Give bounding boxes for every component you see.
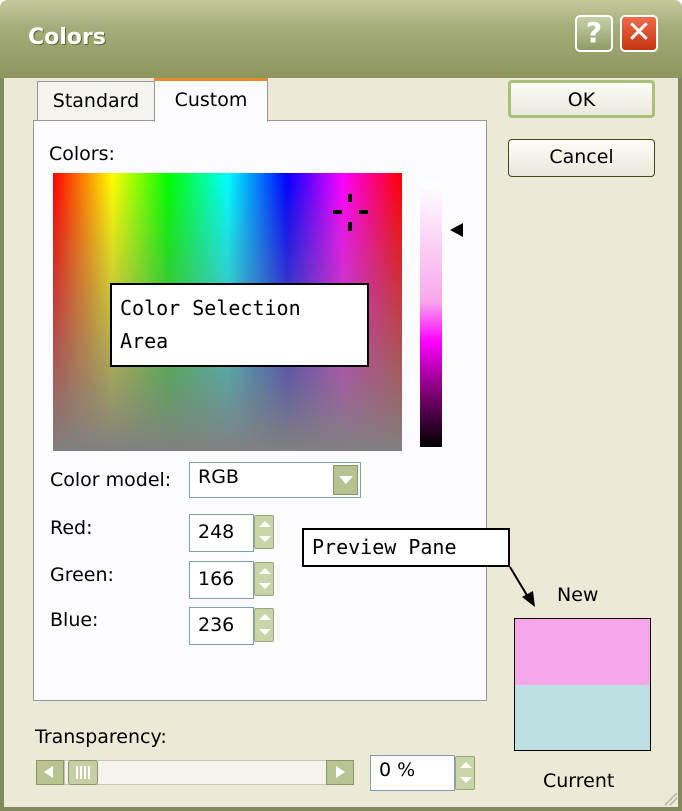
cancel-button[interactable]: Cancel xyxy=(508,139,655,177)
red-label: Red: xyxy=(50,517,93,539)
blue-label: Blue: xyxy=(50,609,99,631)
green-label: Green: xyxy=(50,564,114,586)
color-model-value: RGB xyxy=(198,466,239,488)
tab-custom[interactable]: Custom xyxy=(154,78,268,122)
scroll-left-icon[interactable] xyxy=(36,760,64,785)
tab-standard[interactable]: Standard xyxy=(37,81,155,121)
scroll-right-icon[interactable] xyxy=(326,760,354,785)
callout-arrow-icon xyxy=(509,566,535,607)
colors-label: Colors: xyxy=(49,143,115,165)
color-model-label: Color model: xyxy=(50,469,172,491)
ok-button[interactable]: OK xyxy=(508,80,655,118)
transparency-track[interactable] xyxy=(64,760,354,785)
blue-input[interactable]: 236 xyxy=(189,607,254,645)
preview-pane-callout: Preview Pane xyxy=(302,528,510,567)
red-spinner-icon[interactable] xyxy=(254,515,274,549)
green-spinner-icon[interactable] xyxy=(254,562,274,596)
transparency-thumb[interactable] xyxy=(68,760,98,785)
color-selection-callout: Color Selection Area xyxy=(110,283,369,367)
chevron-down-icon[interactable] xyxy=(333,465,358,495)
red-input[interactable]: 248 xyxy=(189,514,254,552)
blue-spinner-icon[interactable] xyxy=(254,608,274,642)
close-button[interactable]: ✕ xyxy=(620,15,658,52)
new-label: New xyxy=(557,584,599,606)
transparency-label: Transparency: xyxy=(35,726,167,748)
green-input[interactable]: 166 xyxy=(189,561,254,599)
current-label: Current xyxy=(543,770,615,792)
callout-line: Area xyxy=(120,329,169,353)
dialog-title: Colors xyxy=(28,25,106,50)
luminance-pointer-icon[interactable] xyxy=(450,223,463,237)
transparency-spinner-icon[interactable] xyxy=(455,756,475,790)
luminance-slider[interactable] xyxy=(420,183,442,447)
new-color-swatch xyxy=(514,618,651,686)
callout-line: Color Selection xyxy=(120,296,301,320)
current-color-swatch xyxy=(514,685,651,751)
help-button[interactable]: ? xyxy=(575,15,613,52)
transparency-input[interactable]: 0 % xyxy=(370,755,455,791)
resize-grip-icon[interactable] xyxy=(662,790,678,806)
title-bar[interactable]: Colors ? ✕ xyxy=(0,0,682,78)
